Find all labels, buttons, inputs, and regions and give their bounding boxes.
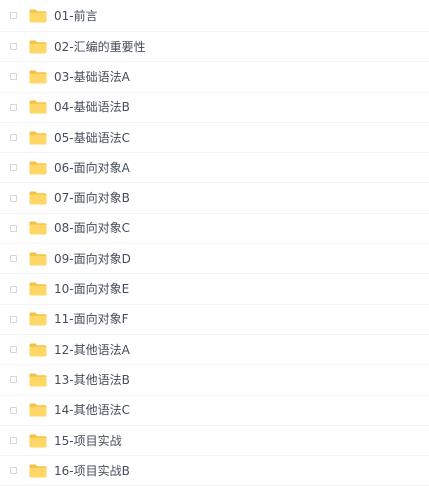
row-checkbox[interactable] [10, 224, 17, 232]
folder-icon [29, 252, 47, 266]
row-checkbox[interactable] [10, 285, 17, 293]
folder-row[interactable]: 02-汇编的重要性 [0, 32, 429, 63]
folder-row[interactable]: 04-基础语法B [0, 93, 429, 123]
folder-icon [29, 464, 47, 478]
folder-icon [29, 312, 47, 326]
folder-row[interactable]: 10-面向对象E [0, 274, 429, 305]
folder-icon [29, 70, 47, 84]
folder-name[interactable]: 05-基础语法C [54, 131, 130, 145]
row-checkbox[interactable] [10, 164, 17, 172]
folder-icon [29, 403, 47, 417]
folder-name[interactable]: 02-汇编的重要性 [54, 40, 146, 54]
folder-icon [29, 221, 47, 235]
folder-name[interactable]: 01-前言 [54, 9, 98, 23]
folder-name[interactable]: 06-面向对象A [54, 161, 130, 175]
folder-icon [29, 434, 47, 447]
folder-row[interactable]: 14-其他语法C [0, 396, 429, 426]
folder-icon [29, 161, 47, 175]
folder-row[interactable]: 05-基础语法C [0, 123, 429, 154]
folder-name[interactable]: 08-面向对象C [54, 221, 130, 235]
row-checkbox[interactable] [10, 134, 17, 142]
folder-row[interactable]: 11-面向对象F [0, 305, 429, 335]
row-checkbox[interactable] [10, 255, 17, 263]
folder-icon [29, 343, 47, 357]
row-checkbox[interactable] [10, 194, 17, 202]
folder-row[interactable]: 12-其他语法A [0, 335, 429, 366]
folder-icon [29, 131, 47, 145]
folder-row[interactable]: 08-面向对象C [0, 214, 429, 245]
folder-row[interactable]: 15-项目实战 [0, 426, 429, 457]
folder-icon [29, 373, 47, 387]
folder-row[interactable]: 06-面向对象A [0, 153, 429, 184]
row-checkbox[interactable] [10, 103, 17, 111]
file-list: 01-前言 02-汇编的重要性 03-基础语法A 04-基础语法B 05-基础语法C 06… [0, 0, 429, 486]
folder-name[interactable]: 07-面向对象B [54, 191, 130, 205]
row-checkbox[interactable] [10, 437, 17, 444]
folder-name[interactable]: 10-面向对象E [54, 282, 129, 296]
folder-icon [29, 100, 47, 114]
folder-name[interactable]: 14-其他语法C [54, 403, 130, 417]
folder-row[interactable]: 09-面向对象D [0, 244, 429, 275]
folder-row[interactable]: 13-其他语法B [0, 365, 429, 396]
folder-name[interactable]: 09-面向对象D [54, 252, 131, 266]
row-checkbox[interactable] [10, 73, 17, 81]
folder-name[interactable]: 15-项目实战 [54, 434, 122, 448]
folder-name[interactable]: 11-面向对象F [54, 312, 129, 326]
folder-icon [29, 40, 47, 54]
row-checkbox[interactable] [10, 376, 17, 384]
folder-icon [29, 191, 47, 205]
row-checkbox[interactable] [10, 406, 17, 414]
folder-icon [29, 9, 47, 22]
folder-name[interactable]: 03-基础语法A [54, 70, 130, 84]
folder-row[interactable]: 16-项目实战B [0, 456, 429, 486]
folder-name[interactable]: 16-项目实战B [54, 464, 130, 478]
row-checkbox[interactable] [10, 12, 17, 19]
row-checkbox[interactable] [10, 346, 17, 354]
row-checkbox[interactable] [10, 43, 17, 51]
row-checkbox[interactable] [10, 467, 17, 475]
folder-icon [29, 282, 47, 296]
folder-name[interactable]: 12-其他语法A [54, 343, 130, 357]
folder-name[interactable]: 13-其他语法B [54, 373, 130, 387]
folder-row[interactable]: 03-基础语法A [0, 62, 429, 93]
folder-row[interactable]: 07-面向对象B [0, 183, 429, 214]
row-checkbox[interactable] [10, 315, 17, 323]
folder-row[interactable]: 01-前言 [0, 0, 429, 32]
folder-name[interactable]: 04-基础语法B [54, 100, 130, 114]
